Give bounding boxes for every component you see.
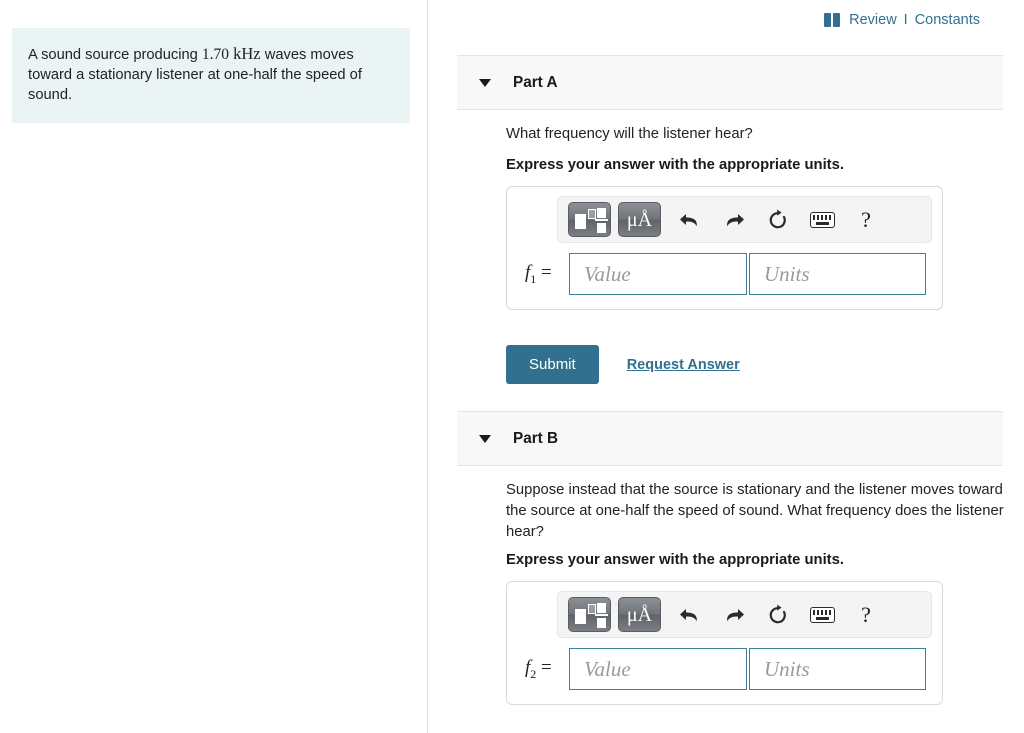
redo-arrow-icon[interactable] xyxy=(712,210,756,230)
part-b-header[interactable]: Part B xyxy=(457,411,1003,466)
part-a-instruction: Express your answer with the appropriate… xyxy=(506,157,844,173)
link-separator: I xyxy=(903,12,908,28)
problem-statement-text: A sound source producing 1.70 kHz waves … xyxy=(28,44,394,105)
part-a-title: Part A xyxy=(513,73,558,91)
problem-statement-column: A sound source producing 1.70 kHz waves … xyxy=(0,0,428,733)
part-a-header[interactable]: Part A xyxy=(457,55,1003,110)
collapse-caret-icon[interactable] xyxy=(479,78,491,87)
reset-circular-arrow-icon[interactable] xyxy=(756,604,800,626)
keyboard-icon[interactable] xyxy=(800,211,844,228)
part-b-toolbar: μÅ ? xyxy=(557,591,932,638)
reset-circular-arrow-icon[interactable] xyxy=(756,209,800,231)
part-b-units-input[interactable]: Units xyxy=(749,648,926,690)
review-link[interactable]: Review xyxy=(849,12,897,28)
problem-statement-box: A sound source producing 1.70 kHz waves … xyxy=(12,28,410,123)
units-button-label: μÅ xyxy=(626,603,653,626)
keyboard-icon[interactable] xyxy=(800,606,844,623)
units-button[interactable]: μÅ xyxy=(618,202,661,237)
undo-arrow-icon[interactable] xyxy=(668,605,712,625)
part-b-answer-box: μÅ ? f2 = Value Units xyxy=(506,581,943,705)
math-template-icon[interactable] xyxy=(568,597,611,632)
part-a-units-input[interactable]: Units xyxy=(749,253,926,295)
header-links: Review I Constants xyxy=(824,12,980,28)
collapse-caret-icon[interactable] xyxy=(479,434,491,443)
units-button[interactable]: μÅ xyxy=(618,597,661,632)
part-b-question: Suppose instead that the source is stati… xyxy=(506,482,1004,540)
part-a-value-input[interactable]: Value xyxy=(569,253,747,295)
part-a-submit-row: Submit Request Answer xyxy=(506,345,740,384)
part-a-variable-label: f1 = xyxy=(525,261,552,286)
part-a-input-row: f1 = Value Units xyxy=(507,243,942,309)
constants-link[interactable]: Constants xyxy=(915,12,980,28)
units-button-label: μÅ xyxy=(626,208,653,231)
help-icon[interactable]: ? xyxy=(844,207,888,233)
part-a-question: What frequency will the listener hear? xyxy=(506,126,753,142)
problem-text-lead: A sound source producing xyxy=(28,47,202,63)
redo-arrow-icon[interactable] xyxy=(712,605,756,625)
problem-unit: kHz xyxy=(233,44,261,63)
part-a-submit-button[interactable]: Submit xyxy=(506,345,599,384)
problem-number: 1.70 xyxy=(201,46,230,63)
math-template-icon[interactable] xyxy=(568,202,611,237)
part-b-variable-label: f2 = xyxy=(525,656,552,681)
help-icon[interactable]: ? xyxy=(844,602,888,628)
part-b-value-input[interactable]: Value xyxy=(569,648,747,690)
part-a-request-answer-link[interactable]: Request Answer xyxy=(627,357,740,373)
answer-column: Review I Constants Part A What frequency… xyxy=(429,0,1024,733)
part-b-title: Part B xyxy=(513,429,559,447)
mastering-physics-problem-page: A sound source producing 1.70 kHz waves … xyxy=(0,0,1024,733)
part-b-input-row: f2 = Value Units xyxy=(507,638,942,704)
undo-arrow-icon[interactable] xyxy=(668,210,712,230)
part-b-instruction: Express your answer with the appropriate… xyxy=(506,552,844,568)
part-a-answer-box: μÅ ? f1 = Value Units xyxy=(506,186,943,310)
part-a-toolbar: μÅ ? xyxy=(557,196,932,243)
book-icon xyxy=(824,13,842,27)
